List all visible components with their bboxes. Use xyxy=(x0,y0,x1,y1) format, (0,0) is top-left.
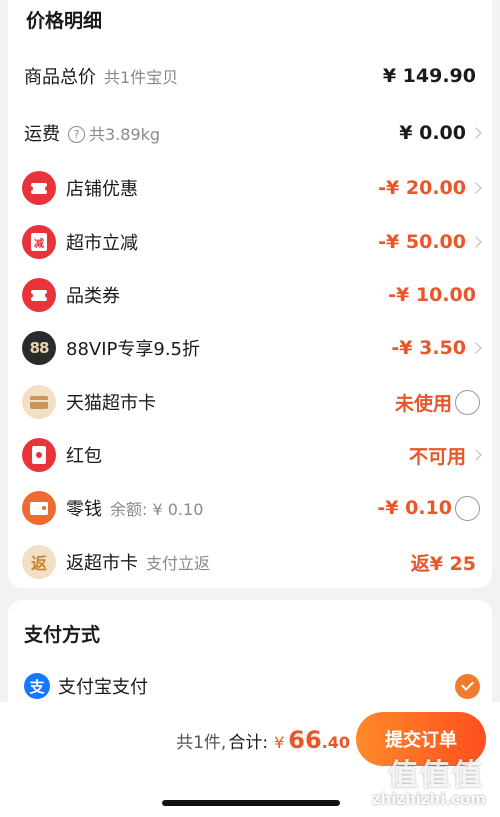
total-decimal: .40 xyxy=(321,733,350,752)
row-tmall-card[interactable]: 天猫超市卡 未使用 xyxy=(8,382,492,422)
chevron-right-icon xyxy=(470,342,482,354)
watermark-logo: 值值值 xyxy=(388,758,484,793)
row-value: ¥ 149.90 xyxy=(382,65,476,87)
row-sub: 共3.89kg xyxy=(89,125,161,144)
tmall-card-radio[interactable] xyxy=(455,389,480,415)
row-label: 88VIP专享9.5折 xyxy=(66,339,201,360)
row-red-packet[interactable]: 红包 不可用 xyxy=(8,435,492,475)
card-icon xyxy=(22,385,56,419)
home-indicator[interactable] xyxy=(162,800,340,806)
red-packet-icon xyxy=(22,438,56,472)
row-value: -¥ 3.50 xyxy=(391,337,466,359)
row-change-balance[interactable]: 零钱 余额: ¥ 0.10 -¥ 0.10 xyxy=(8,488,492,528)
currency-symbol: ¥ xyxy=(274,733,285,752)
row-label: 商品总价 共1件宝贝 xyxy=(24,67,179,88)
row-value: 返¥ 25 xyxy=(410,552,476,575)
row-label: 返超市卡 支付立返 xyxy=(66,553,211,574)
row-supermarket-discount[interactable]: 减 超市立减 -¥ 50.00 xyxy=(8,222,492,262)
payment-option-alipay[interactable]: 支 支付宝支付 xyxy=(8,666,492,706)
row-cashback-card: 返 返超市卡 支付立返 返¥ 25 xyxy=(8,542,492,582)
item-count: 共1件, xyxy=(176,733,227,753)
chevron-right-icon xyxy=(470,127,482,139)
total-integer: 66 xyxy=(288,726,322,754)
bottom-bar: 共1件, 合计: ¥ 66 .40 提交订单 值值值 zhizhizhi.com xyxy=(0,702,500,817)
row-label: 超市立减 xyxy=(66,233,138,254)
row-store-discount[interactable]: 店铺优惠 -¥ 20.00 xyxy=(8,168,492,208)
row-sub: 余额: ¥ 0.10 xyxy=(110,500,204,519)
alipay-icon: 支 xyxy=(24,673,50,699)
row-value: -¥ 20.00 xyxy=(378,177,466,199)
row-category-coupon: 品类券 -¥ 10.00 xyxy=(8,275,492,315)
row-goods-total: 商品总价 共1件宝贝 ¥ 149.90 xyxy=(8,56,492,96)
watermark-url: zhizhizhi.com xyxy=(371,790,486,808)
order-summary: 共1件, 合计: ¥ 66 .40 xyxy=(176,726,350,754)
price-details-title: 价格明细 xyxy=(26,10,103,32)
row-shipping[interactable]: 运费? 共3.89kg ¥ 0.00 xyxy=(8,113,492,153)
row-88vip[interactable]: 88 88VIP专享9.5折 -¥ 3.50 xyxy=(8,328,492,368)
coupon-icon xyxy=(22,278,56,312)
payment-method-label: 支付宝支付 xyxy=(58,677,148,698)
row-value: 未使用 xyxy=(394,392,452,415)
question-icon[interactable]: ? xyxy=(68,126,85,143)
discount-icon: 减 xyxy=(22,225,56,259)
row-value: -¥ 10.00 xyxy=(388,284,476,306)
chevron-right-icon xyxy=(470,449,482,461)
payment-method-title: 支付方式 xyxy=(24,624,101,646)
row-value: -¥ 50.00 xyxy=(378,231,466,253)
row-label: 红包 xyxy=(66,446,102,467)
wallet-icon xyxy=(22,491,56,525)
row-label: 零钱 余额: ¥ 0.10 xyxy=(66,499,204,520)
row-label: 运费? 共3.89kg xyxy=(24,124,161,145)
row-value: ¥ 0.00 xyxy=(399,122,466,144)
change-balance-radio[interactable] xyxy=(455,495,480,521)
row-label: 品类券 xyxy=(66,286,120,307)
chevron-right-icon xyxy=(470,236,482,248)
row-sub: 支付立返 xyxy=(146,554,211,573)
total-label: 合计: xyxy=(228,733,269,753)
cashback-icon: 返 xyxy=(22,545,56,579)
coupon-icon xyxy=(22,171,56,205)
vip88-icon: 88 xyxy=(22,331,56,365)
row-label: 店铺优惠 xyxy=(66,179,138,200)
row-value: -¥ 0.10 xyxy=(377,497,452,519)
chevron-right-icon xyxy=(470,182,482,194)
row-label: 天猫超市卡 xyxy=(66,393,156,414)
row-sub: 共1件宝贝 xyxy=(104,68,179,87)
price-details-card: 价格明细 商品总价 共1件宝贝 ¥ 149.90 运费? 共3.89kg ¥ 0.0… xyxy=(8,0,492,588)
checkmark-icon[interactable] xyxy=(455,673,480,699)
row-value: 不可用 xyxy=(408,445,466,468)
